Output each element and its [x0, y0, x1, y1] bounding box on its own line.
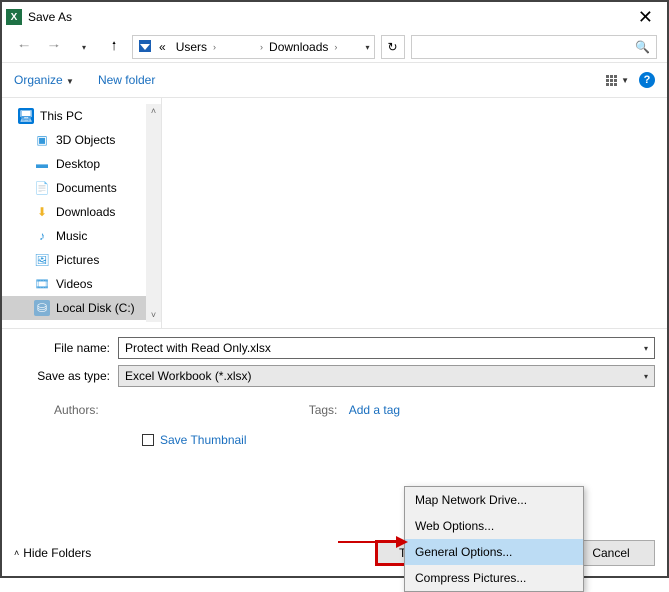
title-bar: X Save As ✕ [2, 2, 667, 32]
music-icon: ♪ [34, 228, 50, 244]
tree-label: Downloads [56, 205, 115, 219]
scroll-down-icon[interactable]: ˅ [146, 308, 161, 322]
back-button[interactable]: 🠐 [12, 35, 36, 59]
add-tag-link[interactable]: Add a tag [349, 403, 400, 417]
chevron-right-icon[interactable]: › [260, 42, 263, 52]
view-options-button[interactable]: ▼ [606, 75, 629, 86]
organize-label: Organize [14, 73, 63, 87]
menu-general-options[interactable]: General Options... [405, 539, 583, 565]
tree-label: Desktop [56, 157, 100, 171]
tree-label: 3D Objects [56, 133, 115, 147]
filename-input[interactable]: Protect with Read Only.xlsx ▾ [118, 337, 655, 359]
hide-folders-label: Hide Folders [23, 546, 91, 560]
new-folder-button[interactable]: New folder [98, 73, 155, 87]
close-button[interactable]: ✕ [628, 7, 663, 28]
savetype-select[interactable]: Excel Workbook (*.xlsx) ▾ [118, 365, 655, 387]
cube-icon: ▣ [34, 132, 50, 148]
refresh-button[interactable]: ↻ [381, 35, 405, 59]
tools-dropdown-menu: Map Network Drive... Web Options... Gene… [404, 486, 584, 592]
excel-logo-icon: X [6, 9, 22, 25]
tree-documents[interactable]: 📄 Documents [2, 176, 146, 200]
address-dropdown-icon[interactable]: ▾ [365, 43, 369, 52]
tree-local-disk[interactable]: ⛁ Local Disk (C:) [2, 296, 146, 320]
navigation-tree: 🖥 This PC ▣ 3D Objects ▬ Desktop 📄 Document… [2, 98, 162, 328]
path-seg-downloads[interactable]: Downloads [265, 40, 332, 54]
annotation-arrow-icon [338, 532, 408, 552]
recent-dropdown[interactable]: ▾ [72, 35, 96, 59]
dropdown-icon[interactable]: ▾ [644, 344, 648, 353]
savetype-value: Excel Workbook (*.xlsx) [125, 369, 251, 383]
tree-pictures[interactable]: 🖼 Pictures [2, 248, 146, 272]
up-button[interactable]: 🠑 [102, 35, 126, 59]
command-bar: Organize ▼ New folder ▼ ? [2, 62, 667, 98]
dropdown-icon[interactable]: ▾ [644, 372, 648, 381]
tree-downloads[interactable]: ⬇ Downloads [2, 200, 146, 224]
tree-label: Music [56, 229, 87, 243]
tree-music[interactable]: ♪ Music [2, 224, 146, 248]
tree-label: Pictures [56, 253, 99, 267]
nav-bar: 🠐 🠒 ▾ 🠑 « Users › › Downloads › ▾ ↻ 🔍 [2, 32, 667, 62]
search-input[interactable]: 🔍 [411, 35, 658, 59]
disk-icon: ⛁ [34, 300, 50, 316]
forward-button[interactable]: 🠒 [42, 35, 66, 59]
tree-label: Videos [56, 277, 92, 291]
window-title: Save As [28, 10, 628, 24]
save-as-window: X Save As ✕ 🠐 🠒 ▾ 🠑 « Users › › Download… [0, 0, 669, 578]
picture-icon: 🖼 [34, 252, 50, 268]
tree-label: This PC [40, 109, 83, 123]
pc-icon: 🖥 [18, 108, 34, 124]
save-thumbnail-label: Save Thumbnail [160, 433, 247, 447]
tree-this-pc[interactable]: 🖥 This PC [2, 104, 146, 128]
address-bar[interactable]: « Users › › Downloads › ▾ [132, 35, 375, 59]
authors-label: Authors: [54, 403, 99, 417]
filename-value: Protect with Read Only.xlsx [125, 341, 271, 355]
tree-scrollbar[interactable]: ˄ ˅ [146, 104, 161, 322]
tree-3d-objects[interactable]: ▣ 3D Objects [2, 128, 146, 152]
search-icon: 🔍 [635, 40, 650, 54]
menu-web-options[interactable]: Web Options... [405, 513, 583, 539]
organize-menu[interactable]: Organize ▼ [14, 73, 74, 87]
savetype-label: Save as type: [14, 369, 118, 383]
path-double-chev: « [155, 40, 170, 54]
footer-panel: File name: Protect with Read Only.xlsx ▾… [2, 328, 667, 447]
scroll-up-icon[interactable]: ˄ [146, 104, 161, 118]
tree-label: Documents [56, 181, 117, 195]
menu-map-network-drive[interactable]: Map Network Drive... [405, 487, 583, 513]
download-icon: ⬇ [34, 204, 50, 220]
dropdown-icon: ▼ [66, 77, 74, 86]
chevron-up-icon: ˄ [14, 548, 19, 558]
downloads-folder-icon [137, 38, 153, 57]
save-thumbnail-checkbox[interactable] [142, 434, 154, 446]
chevron-right-icon[interactable]: › [213, 42, 216, 52]
menu-compress-pictures[interactable]: Compress Pictures... [405, 565, 583, 591]
folder-icon: 📄 [34, 180, 50, 196]
video-icon: 🎞 [34, 276, 50, 292]
tree-label: Local Disk (C:) [56, 301, 135, 315]
help-icon[interactable]: ? [639, 72, 655, 88]
path-seg-users[interactable]: Users [172, 40, 211, 54]
tree-desktop[interactable]: ▬ Desktop [2, 152, 146, 176]
file-list-pane[interactable] [162, 98, 667, 328]
desktop-icon: ▬ [34, 156, 50, 172]
chevron-right-icon[interactable]: › [334, 42, 337, 52]
filename-label: File name: [14, 341, 118, 355]
tags-label: Tags: [309, 403, 338, 417]
hide-folders-button[interactable]: ˄ Hide Folders [14, 546, 91, 560]
tree-videos[interactable]: 🎞 Videos [2, 272, 146, 296]
